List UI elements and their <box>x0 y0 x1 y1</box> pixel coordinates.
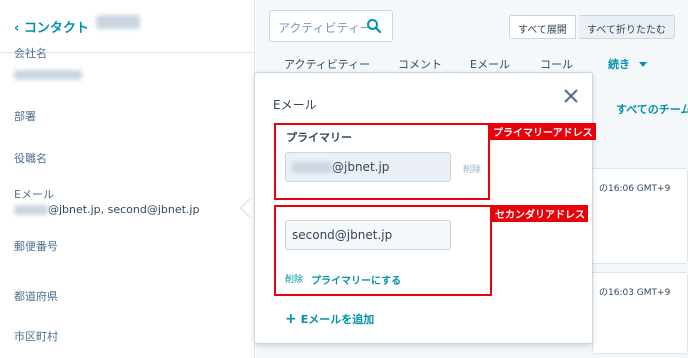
popover-title: Eメール <box>273 98 317 112</box>
primary-address-callout: プライマリーアドレス <box>490 123 596 140</box>
tab-activity[interactable]: アクティビティー <box>284 56 370 72</box>
contact-name-redacted <box>96 15 140 29</box>
email-value[interactable]: @jbnet.jp, second@jbnet.jp <box>14 203 199 216</box>
company-name-redacted <box>14 70 82 80</box>
chevron-down-icon <box>638 62 647 67</box>
tab-more[interactable]: 続き <box>608 56 647 72</box>
secondary-address-highlight <box>274 205 492 296</box>
expand-all-button[interactable]: すべて展開 <box>509 15 576 39</box>
tab-call[interactable]: コール <box>540 56 573 72</box>
contact-record-screen: ‹ コンタクト 会社名 部署 役職名 Eメール @jbnet.jp, secon… <box>0 0 688 358</box>
job-title-label: 役職名 <box>14 152 47 165</box>
all-teams-filter[interactable]: すべてのチーム <box>616 101 688 117</box>
company-name-value[interactable] <box>14 68 82 81</box>
plus-icon: + <box>285 311 297 327</box>
add-email-label: Eメールを追加 <box>300 313 375 326</box>
primary-address-highlight <box>274 123 490 200</box>
email-local-redacted <box>14 205 48 215</box>
email-label: Eメール <box>14 188 54 201</box>
postal-code-label: 郵便番号 <box>14 240 58 253</box>
tab-comment[interactable]: コメント <box>398 56 442 72</box>
search-icon[interactable] <box>366 18 382 34</box>
secondary-address-callout: セカンダリアドレス <box>492 205 588 222</box>
activity-search-input[interactable]: アクティビティー <box>269 10 393 42</box>
collapse-all-button[interactable]: すべて折りたたむ <box>579 15 675 39</box>
activity-card[interactable]: の16:03 GMT+9 <box>592 272 688 354</box>
close-icon[interactable] <box>564 89 578 103</box>
tab-more-label: 続き <box>608 58 630 71</box>
activity-timestamp: の16:03 GMT+9 <box>599 288 671 298</box>
company-name-label: 会社名 <box>14 47 47 60</box>
city-label: 市区町村 <box>14 330 58 343</box>
add-email-button[interactable]: + Eメールを追加 <box>285 311 374 327</box>
contact-sidebar: ‹ コンタクト 会社名 部署 役職名 Eメール @jbnet.jp, secon… <box>0 0 255 358</box>
email-value-text: @jbnet.jp, second@jbnet.jp <box>48 203 200 216</box>
activity-card[interactable]: の16:06 GMT+9 <box>592 168 688 264</box>
tab-email[interactable]: Eメール <box>470 56 510 72</box>
search-placeholder: アクティビティー <box>278 21 372 35</box>
department-label: 部署 <box>14 110 36 123</box>
activity-timestamp: の16:06 GMT+9 <box>599 184 671 194</box>
prefecture-label: 都道府県 <box>14 290 58 303</box>
back-to-contacts-link[interactable]: ‹ コンタクト <box>14 17 89 36</box>
